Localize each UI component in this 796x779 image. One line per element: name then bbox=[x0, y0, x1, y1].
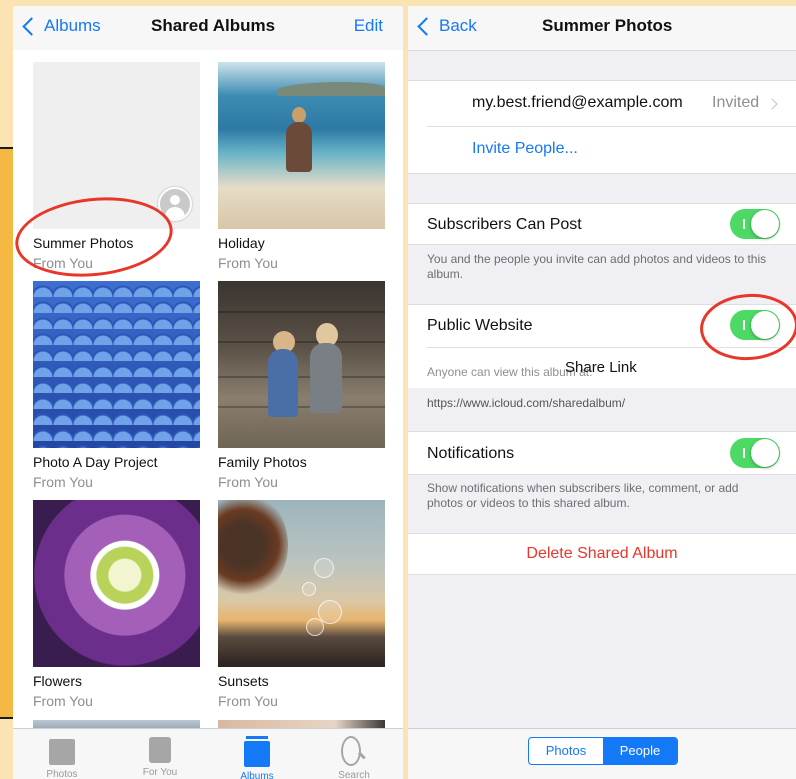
album-flowers[interactable]: Flowers From You bbox=[33, 500, 200, 709]
segment-photos[interactable]: Photos bbox=[529, 738, 603, 764]
album-name: Holiday bbox=[218, 235, 265, 251]
shared-albums-screen: Albums Shared Albums Edit Summer Photos … bbox=[13, 6, 403, 779]
album-thumbnail bbox=[33, 281, 200, 448]
album-owner: From You bbox=[218, 474, 278, 490]
back-label: Back bbox=[439, 16, 477, 35]
photos-icon bbox=[45, 735, 75, 765]
notifications-toggle[interactable] bbox=[730, 438, 780, 468]
albums-icon bbox=[244, 736, 270, 767]
notifications-footer: Show notifications when subscribers like… bbox=[427, 481, 739, 510]
url-row: https://www.icloud.com/sharedalbum/ bbox=[408, 388, 796, 430]
tab-for-you[interactable]: For You bbox=[130, 735, 190, 778]
subscribers-can-post-label: Subscribers Can Post bbox=[427, 216, 582, 233]
search-icon bbox=[341, 736, 361, 766]
tab-bar: Photos For You Albums Search bbox=[13, 728, 403, 779]
public-website-group: Public Website Anyone can view this albu… bbox=[408, 304, 796, 390]
notifications-label: Notifications bbox=[427, 445, 515, 462]
album-thumbnail bbox=[218, 62, 385, 229]
segment-people[interactable]: People bbox=[603, 738, 677, 764]
album-holiday[interactable]: Holiday From You bbox=[218, 62, 385, 271]
nav-bar: Albums Shared Albums Edit bbox=[13, 6, 403, 50]
chevron-left-icon bbox=[417, 17, 436, 36]
public-website-url[interactable]: https://www.icloud.com/sharedalbum/ bbox=[427, 396, 625, 410]
invitee-status: Invited bbox=[712, 94, 760, 111]
summer-photos-settings-screen: Back Summer Photos my.best.friend@exampl… bbox=[408, 6, 796, 779]
album-name: Photo A Day Project bbox=[33, 454, 158, 470]
album-owner: From You bbox=[33, 255, 93, 271]
delete-shared-album-button[interactable]: Delete Shared Album bbox=[408, 545, 796, 563]
chevron-right-icon bbox=[766, 98, 778, 110]
photos-people-segmented-control: Photos People bbox=[528, 737, 678, 765]
album-owner: From You bbox=[33, 693, 93, 709]
album-summer-photos[interactable]: Summer Photos From You bbox=[33, 62, 200, 271]
tab-label: Albums bbox=[240, 771, 274, 779]
album-name: Sunsets bbox=[218, 673, 269, 689]
album-name: Summer Photos bbox=[33, 235, 134, 251]
nav-bar: Back Summer Photos bbox=[408, 6, 796, 51]
divider bbox=[427, 347, 796, 348]
album-name: Family Photos bbox=[218, 454, 307, 470]
public-website-label: Public Website bbox=[427, 317, 533, 334]
frame-stripe bbox=[0, 147, 13, 719]
back-label: Albums bbox=[44, 16, 101, 35]
album-thumbnail bbox=[33, 500, 200, 667]
subscribers-footer: You and the people you invite can add ph… bbox=[427, 252, 767, 281]
album-photo-a-day-project[interactable]: Photo A Day Project From You bbox=[33, 281, 200, 490]
back-button[interactable]: Back bbox=[417, 16, 477, 36]
subscribers-can-post-toggle[interactable] bbox=[730, 209, 780, 239]
people-group: my.best.friend@example.com Invited Invit… bbox=[408, 80, 796, 174]
tab-search[interactable]: Search bbox=[324, 735, 384, 779]
album-family-photos[interactable]: Family Photos From You bbox=[218, 281, 385, 490]
public-website-toggle[interactable] bbox=[730, 310, 780, 340]
divider bbox=[427, 126, 796, 127]
notifications-row: Notifications bbox=[408, 431, 796, 475]
delete-row: Delete Shared Album bbox=[408, 533, 796, 575]
album-thumbnail bbox=[218, 500, 385, 667]
album-sunsets[interactable]: Sunsets From You bbox=[218, 500, 385, 709]
album-owner: From You bbox=[218, 255, 278, 271]
album-thumbnail bbox=[218, 281, 385, 448]
for-you-icon bbox=[149, 737, 171, 763]
tab-albums[interactable]: Albums bbox=[227, 735, 287, 779]
album-name: Flowers bbox=[33, 673, 83, 689]
tab-label: Photos bbox=[46, 769, 78, 779]
page-title: Shared Albums bbox=[151, 16, 276, 35]
share-link-button[interactable]: Share Link bbox=[565, 359, 637, 376]
albums-back-button[interactable]: Albums bbox=[22, 16, 101, 36]
chevron-left-icon bbox=[22, 17, 41, 36]
tab-label: Search bbox=[338, 770, 370, 779]
subscribers-can-post-row: Subscribers Can Post bbox=[408, 203, 796, 245]
page-title: Summer Photos bbox=[542, 16, 673, 35]
invitee-email[interactable]: my.best.friend@example.com bbox=[472, 94, 683, 112]
invite-people-button[interactable]: Invite People... bbox=[472, 140, 578, 158]
album-owner: From You bbox=[218, 693, 278, 709]
edit-button[interactable]: Edit bbox=[354, 16, 383, 36]
tab-photos[interactable]: Photos bbox=[32, 735, 92, 779]
tab-label: For You bbox=[142, 767, 178, 778]
album-owner: From You bbox=[33, 474, 93, 490]
album-thumbnail bbox=[33, 62, 200, 229]
avatar-icon bbox=[158, 187, 192, 221]
